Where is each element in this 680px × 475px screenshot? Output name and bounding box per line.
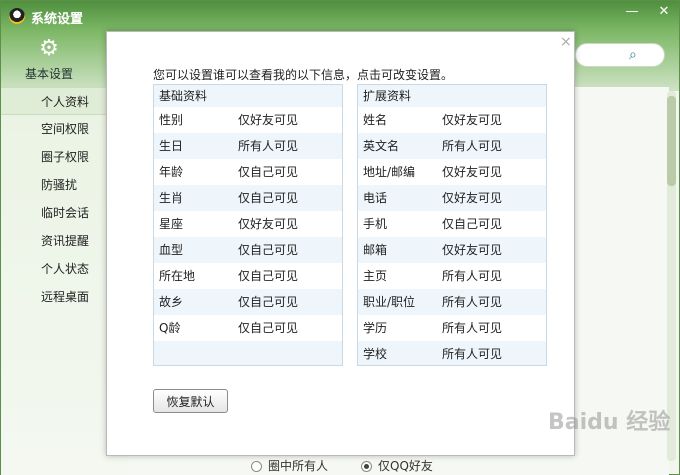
gear-icon: ⚙	[39, 36, 59, 61]
radio-qq-friends[interactable]: 仅QQ好友	[361, 457, 433, 474]
field-name: 学历	[363, 321, 388, 335]
field-name: 职业/职位	[363, 295, 416, 309]
visibility-value[interactable]: 仅自己可见	[238, 263, 298, 289]
minimize-button[interactable]: —	[619, 3, 645, 21]
visibility-value[interactable]: 仅好友可见	[238, 211, 298, 237]
field-name: 电话	[363, 191, 388, 205]
field-name: 年龄	[159, 165, 184, 179]
qq-penguin-icon	[9, 8, 25, 24]
list-item[interactable]: 邮箱 仅好友可见	[358, 237, 546, 263]
title-bar: 系统设置 — ✕	[1, 1, 680, 31]
field-name: 姓名	[363, 113, 388, 127]
field-name: 手机	[363, 217, 388, 231]
visibility-value[interactable]: 仅好友可见	[238, 107, 298, 133]
field-name: 邮箱	[363, 243, 388, 257]
visibility-value[interactable]: 所有人可见	[442, 315, 502, 341]
list-item[interactable]: 星座 仅好友可见	[154, 211, 342, 237]
field-name: 所在地	[159, 269, 196, 283]
field-name: 故乡	[159, 295, 184, 309]
radio-selected-icon	[361, 461, 372, 472]
extended-info-panel: 扩展资料 姓名 仅好友可见 英文名 所有人可见 地址/邮编 仅好友可见 电话 仅好友可见…	[357, 84, 547, 366]
list-item[interactable]: 英文名 所有人可见	[358, 133, 546, 159]
visibility-value[interactable]: 所有人可见	[442, 341, 502, 367]
restore-default-button[interactable]: 恢复默认	[153, 389, 228, 413]
field-name: 英文名	[363, 139, 400, 153]
close-window-button[interactable]: ✕	[651, 3, 677, 21]
list-item[interactable]: 电话 仅好友可见	[358, 185, 546, 211]
visibility-value[interactable]: 所有人可见	[442, 289, 502, 315]
basic-settings-tab[interactable]: ⚙ 基本设置	[19, 37, 79, 82]
visibility-value[interactable]: 仅自己可见	[238, 159, 298, 185]
privacy-dialog: × 您可以设置谁可以查看我的以下信息，点击可改变设置。 基础资料 性别 仅好友可见…	[106, 31, 575, 456]
visibility-value[interactable]: 仅自己可见	[238, 289, 298, 315]
list-item[interactable]: 生肖 仅自己可见	[154, 185, 342, 211]
field-name: 生肖	[159, 191, 184, 205]
list-item[interactable]: 学校 所有人可见	[358, 341, 546, 367]
radio-icon	[251, 461, 262, 472]
dialog-close-button[interactable]: ×	[560, 34, 572, 50]
list-item[interactable]: Q龄 仅自己可见	[154, 315, 342, 341]
list-item[interactable]: 学历 所有人可见	[358, 315, 546, 341]
search-input[interactable]	[575, 43, 665, 67]
list-item[interactable]: 职业/职位 所有人可见	[358, 289, 546, 315]
baidu-watermark: Baidu 经验	[548, 410, 671, 435]
field-name: 学校	[363, 347, 388, 361]
basic-info-list: 性别 仅好友可见 生日 所有人可见 年龄 仅自己可见 生肖 仅自己可见 星座 仅好友可见 …	[154, 107, 342, 341]
list-item[interactable]: 性别 仅好友可见	[154, 107, 342, 133]
radio-circle-all-label: 圈中所有人	[268, 459, 329, 473]
list-item[interactable]: 故乡 仅自己可见	[154, 289, 342, 315]
extended-info-list: 姓名 仅好友可见 英文名 所有人可见 地址/邮编 仅好友可见 电话 仅好友可见 手机 仅自…	[358, 107, 546, 367]
extended-info-title: 扩展资料	[363, 89, 412, 103]
visibility-value[interactable]: 仅好友可见	[442, 237, 502, 263]
basic-settings-label: 基本设置	[24, 67, 73, 81]
field-name: 生日	[159, 139, 184, 153]
field-name: Q龄	[159, 321, 181, 335]
search-icon[interactable]: ⌕	[629, 47, 637, 63]
basic-info-panel: 基础资料 性别 仅好友可见 生日 所有人可见 年龄 仅自己可见 生肖 仅自己可见 星座仅…	[153, 84, 343, 366]
dialog-intro-text: 您可以设置谁可以查看我的以下信息，点击可改变设置。	[153, 68, 454, 82]
field-name: 血型	[159, 243, 184, 257]
radio-circle-all[interactable]: 圈中所有人	[251, 457, 328, 474]
visibility-value[interactable]: 仅自己可见	[238, 237, 298, 263]
basic-info-title: 基础资料	[159, 89, 208, 103]
list-item[interactable]: 手机 仅自己可见	[358, 211, 546, 237]
visibility-value[interactable]: 仅好友可见	[442, 107, 502, 133]
visibility-value[interactable]: 仅自己可见	[238, 185, 298, 211]
visibility-value[interactable]: 仅自己可见	[238, 315, 298, 341]
list-item[interactable]: 地址/邮编 仅好友可见	[358, 159, 546, 185]
list-item[interactable]: 血型 仅自己可见	[154, 237, 342, 263]
visibility-value[interactable]: 所有人可见	[442, 263, 502, 289]
list-item[interactable]: 年龄 仅自己可见	[154, 159, 342, 185]
scrollbar-thumb[interactable]	[667, 96, 676, 186]
visibility-value[interactable]: 仅自己可见	[442, 211, 502, 237]
visibility-value[interactable]: 所有人可见	[442, 133, 502, 159]
radio-qq-friends-label: 仅QQ好友	[378, 459, 433, 473]
visibility-value[interactable]: 所有人可见	[238, 133, 298, 159]
list-item[interactable]: 生日 所有人可见	[154, 133, 342, 159]
visibility-value[interactable]: 仅好友可见	[442, 185, 502, 211]
field-name: 主页	[363, 269, 388, 283]
list-item[interactable]: 主页 所有人可见	[358, 263, 546, 289]
list-item[interactable]: 姓名 仅好友可见	[358, 107, 546, 133]
field-name: 地址/邮编	[363, 165, 416, 179]
list-item[interactable]: 所在地 仅自己可见	[154, 263, 342, 289]
field-name: 星座	[159, 217, 184, 231]
field-name: 性别	[159, 113, 184, 127]
visibility-value[interactable]: 仅好友可见	[442, 159, 502, 185]
window-title: 系统设置	[31, 12, 84, 27]
